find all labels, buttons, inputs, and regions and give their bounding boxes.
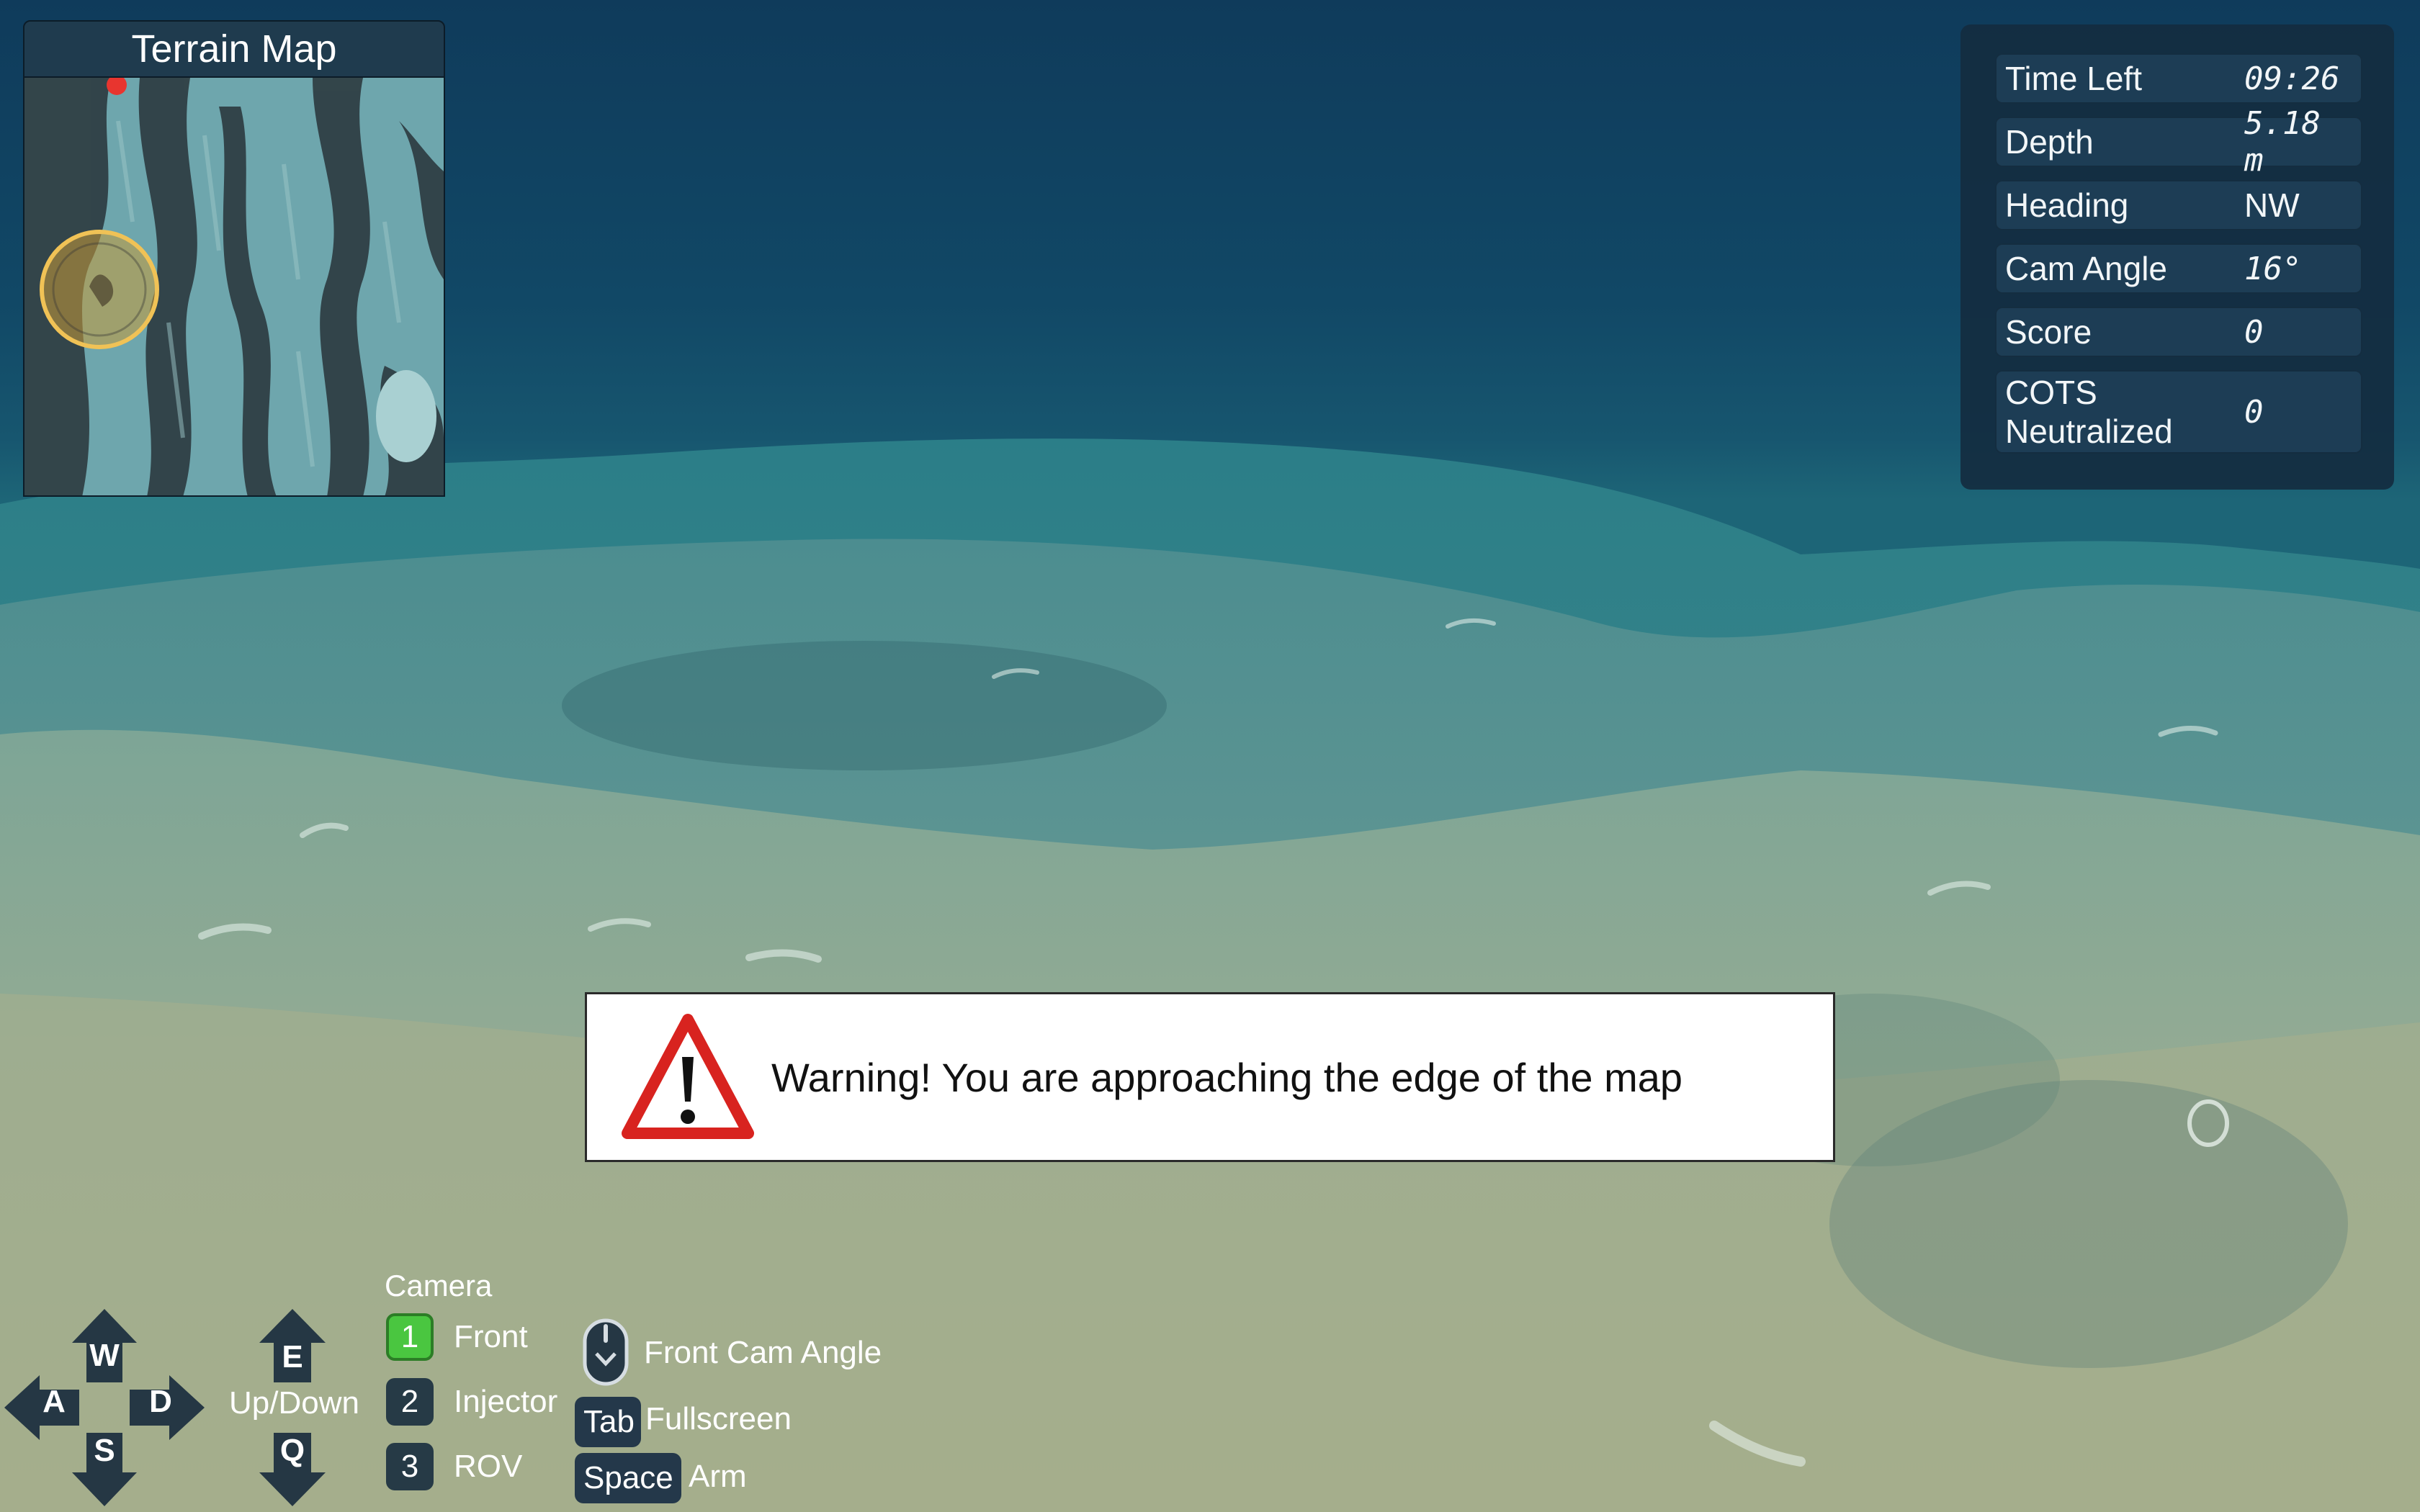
mouse-control-label: Front Cam Angle	[644, 1335, 882, 1370]
stat-depth: Depth 5.18 m	[1995, 105, 2362, 179]
up-down-label: Up/Down	[229, 1385, 359, 1421]
stats-panel: Time Left 09:26 Depth 5.18 m Heading NW …	[1960, 24, 2394, 490]
stat-label: Score	[2005, 313, 2092, 351]
stat-label: COTS Neutralized	[2005, 374, 2173, 450]
stat-label: Time Left	[2005, 60, 2143, 97]
cots-value: 0	[2244, 393, 2264, 431]
stat-label: Heading	[2005, 186, 2129, 224]
time-left-value: 09:26	[2244, 60, 2340, 97]
key-w: W	[89, 1338, 120, 1373]
depth-value: 5.18 m	[2244, 105, 2321, 179]
space-key[interactable]: Space	[575, 1453, 681, 1503]
controls-legend: W A D S E Q Up/Down Camera 1 Front 2 Inj…	[0, 1260, 936, 1512]
camera-key-injector[interactable]: 2	[386, 1378, 434, 1426]
key-q: Q	[279, 1433, 305, 1468]
stat-cots-neutralized: COTS Neutralized 0	[1995, 370, 2362, 454]
camera-key-front[interactable]: 1	[386, 1313, 434, 1361]
warning-message: Warning! You are approaching the edge of…	[771, 1054, 1683, 1100]
stat-time-left: Time Left 09:26	[1995, 53, 2362, 104]
mouse-icon	[583, 1318, 629, 1386]
stat-label: Cam Angle	[2005, 250, 2168, 287]
camera-label-front: Front	[454, 1319, 528, 1354]
key-d: D	[149, 1384, 172, 1419]
stat-heading: Heading NW	[1995, 180, 2362, 230]
terrain-minimap[interactable]	[24, 76, 444, 495]
camera-label-injector: Injector	[454, 1384, 558, 1419]
terrain-map-title: Terrain Map	[131, 27, 337, 71]
space-control-label: Arm	[689, 1459, 747, 1494]
stat-cam-angle: Cam Angle 16°	[1995, 243, 2362, 294]
camera-label-rov: ROV	[454, 1449, 523, 1484]
stat-score: Score 0	[1995, 307, 2362, 357]
stat-label: Depth	[2005, 123, 2094, 161]
warning-triangle-icon	[622, 1014, 754, 1139]
tab-control-label: Fullscreen	[645, 1401, 792, 1436]
score-value: 0	[2244, 313, 2264, 351]
key-a: A	[42, 1384, 66, 1419]
cam-angle-value: 16°	[2244, 250, 2302, 287]
heading-value: NW	[2244, 186, 2300, 224]
edge-warning-dialog: Warning! You are approaching the edge of…	[585, 992, 1835, 1162]
key-s: S	[94, 1433, 115, 1468]
camera-key-rov[interactable]: 3	[386, 1443, 434, 1490]
key-e: E	[282, 1339, 303, 1374]
camera-heading: Camera	[385, 1269, 493, 1302]
tab-key[interactable]: Tab	[575, 1397, 641, 1447]
terrain-map-panel: Terrain Map	[23, 20, 445, 497]
